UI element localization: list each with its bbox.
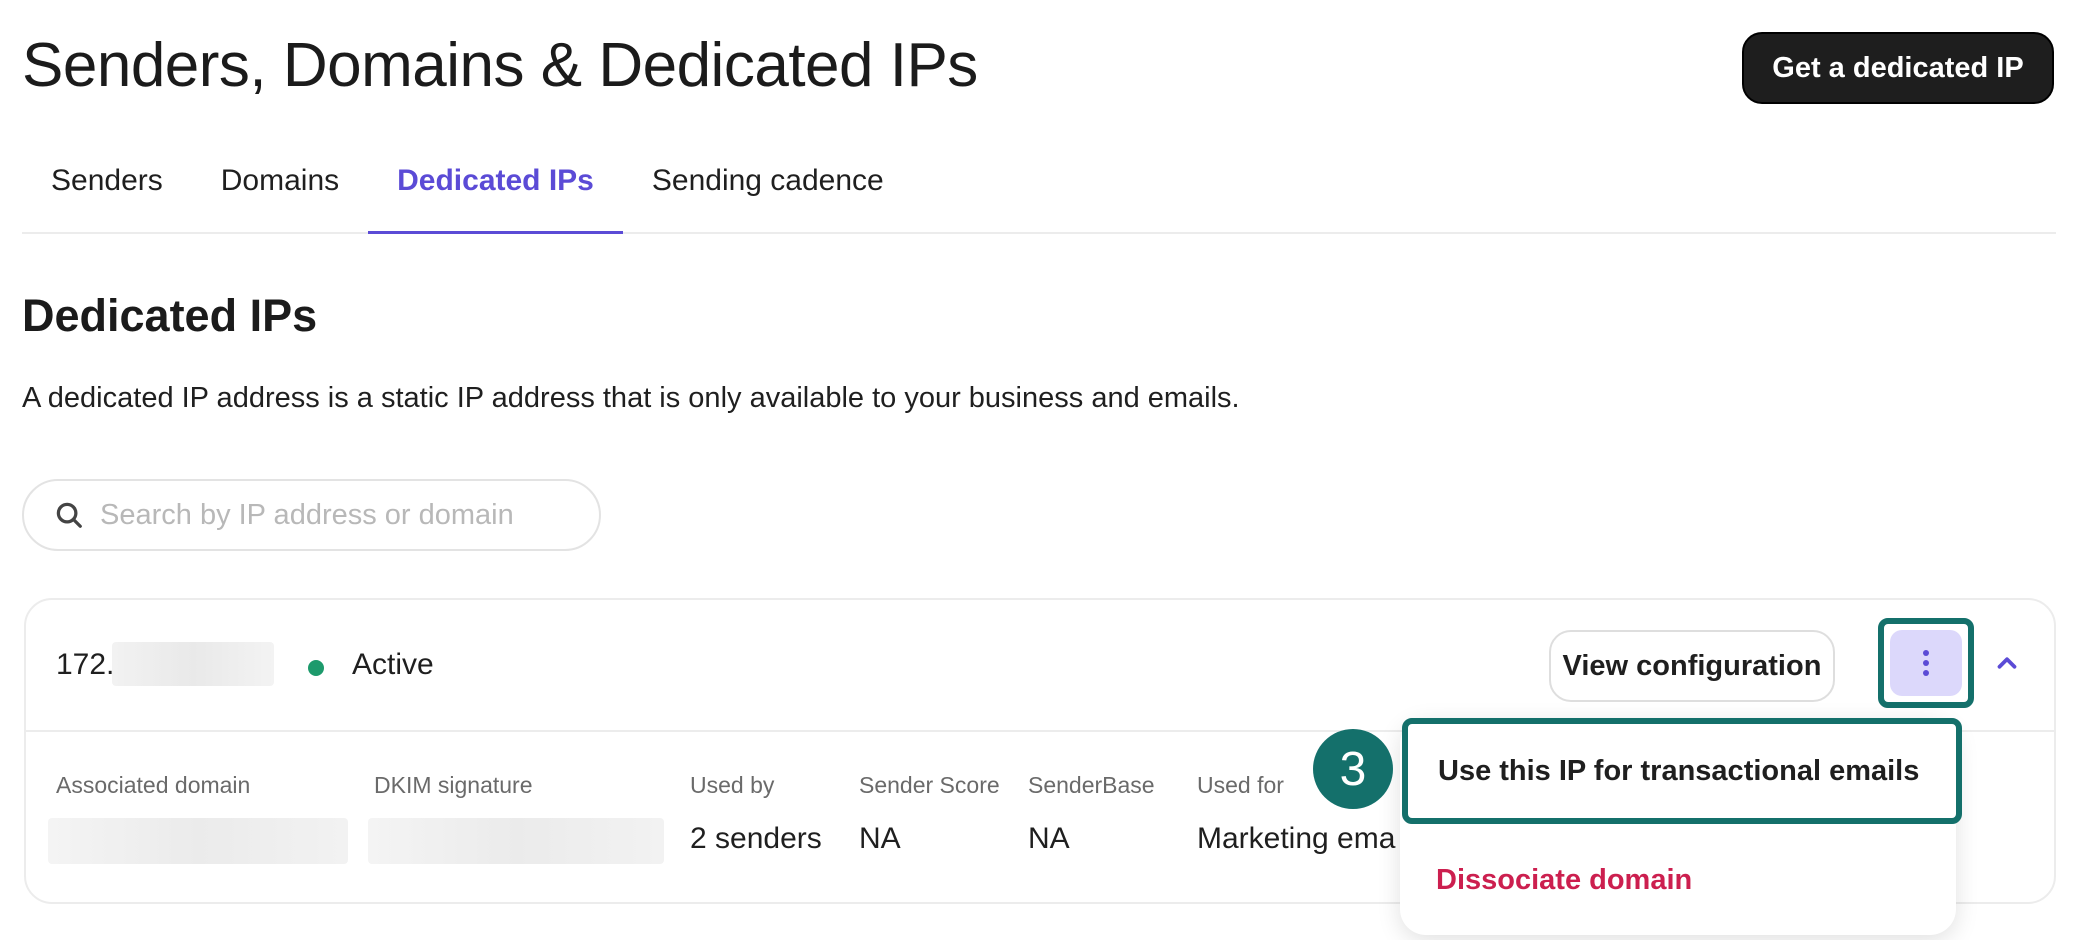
section-description: A dedicated IP address is a static IP ad… — [22, 382, 1240, 414]
associated-domain-label: Associated domain — [56, 772, 251, 798]
page-title: Senders, Domains & Dedicated IPs — [22, 31, 978, 100]
section-title: Dedicated IPs — [22, 290, 318, 341]
view-configuration-button[interactable]: View configuration — [1549, 630, 1835, 702]
used-for-label: Used for — [1197, 772, 1284, 798]
associated-domain-redacted — [48, 818, 348, 864]
search-icon — [56, 502, 82, 528]
senderbase-value: NA — [1028, 822, 1070, 855]
sender-score-value: NA — [859, 822, 901, 855]
tab-senders[interactable]: Senders — [22, 150, 192, 234]
status-text: Active — [352, 648, 434, 681]
ip-address: 172. — [56, 648, 115, 681]
ip-actions-menu: Use this IP for transactional emails Dis… — [1400, 718, 1962, 935]
used-by-value: 2 senders — [690, 822, 822, 855]
search-input[interactable] — [100, 498, 570, 532]
use-for-transactional-menu-item[interactable]: Use this IP for transactional emails — [1402, 718, 1962, 824]
dkim-signature-label: DKIM signature — [374, 772, 533, 798]
tab-sending-cadence[interactable]: Sending cadence — [623, 150, 913, 234]
get-dedicated-ip-button[interactable]: Get a dedicated IP — [1742, 32, 2054, 104]
tab-domains[interactable]: Domains — [192, 150, 368, 234]
used-by-label: Used by — [690, 772, 775, 798]
ip-address-redacted — [112, 642, 274, 686]
tab-dedicated-ips[interactable]: Dedicated IPs — [368, 150, 623, 234]
tab-bar: Senders Domains Dedicated IPs Sending ca… — [22, 150, 2056, 234]
dkim-signature-redacted — [368, 818, 664, 864]
search-box[interactable] — [22, 479, 601, 551]
more-options-inner — [1890, 630, 1962, 696]
chevron-up-icon[interactable] — [1992, 648, 2022, 678]
step-badge: 3 — [1313, 729, 1393, 809]
senderbase-label: SenderBase — [1028, 772, 1155, 798]
dissociate-domain-menu-item[interactable]: Dissociate domain — [1436, 864, 1692, 897]
sender-score-label: Sender Score — [859, 772, 1000, 798]
ip-card-header: 172. Active View configuration — [26, 600, 2054, 732]
more-options-button[interactable] — [1878, 618, 1974, 708]
kebab-icon — [1923, 650, 1929, 676]
used-for-value: Marketing ema — [1197, 822, 1396, 855]
status-dot — [308, 660, 324, 676]
